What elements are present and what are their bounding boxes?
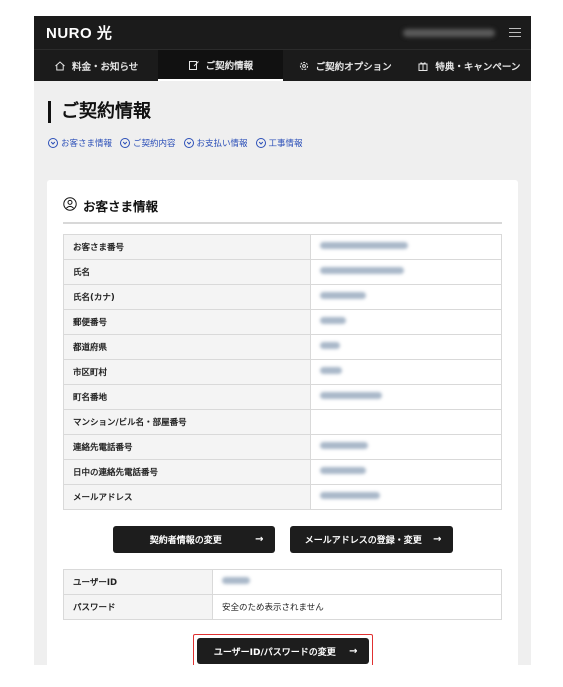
table-row: 氏名 — [63, 259, 502, 285]
user-name-redacted — [403, 28, 495, 37]
button-label: 契約者情報の変更 — [149, 536, 222, 546]
row-value-empty — [310, 409, 502, 435]
row-label: お客さま番号 — [63, 234, 311, 260]
anchor-label: 工事情報 — [268, 139, 303, 149]
top-bar: NURO 光 — [34, 16, 531, 49]
user-circle-icon — [63, 197, 77, 214]
table-row: マンション/ビル名・部屋番号 — [63, 409, 502, 435]
nuro-logo[interactable]: NURO 光 — [46, 22, 112, 43]
hamburger-menu-icon[interactable] — [509, 27, 521, 38]
main-nav: 料金・お知らせ ご契約情報 ご契約オプション 特典・キャンペーン — [34, 49, 531, 81]
button-label: メールアドレスの登録・変更 — [304, 536, 422, 546]
table-row: 郵便番号 — [63, 309, 502, 335]
nav-label: 料金・お知らせ — [71, 61, 139, 73]
row-label: メールアドレス — [63, 484, 311, 510]
table-row: 市区町村 — [63, 359, 502, 385]
gear-icon — [298, 60, 310, 72]
anchor-label: お支払い情報 — [196, 139, 248, 149]
anchor-label: お客さま情報 — [61, 139, 113, 149]
button-label: ユーザーID/パスワードの変更 — [213, 647, 336, 658]
row-label: 氏名(カナ) — [63, 284, 311, 310]
page-content: ご契約情報 お客さま情報 ご契約内容 お支払い情報 工事情報 — [34, 101, 531, 149]
table-row: メールアドレス — [63, 484, 502, 510]
section-heading: お客さま情報 — [63, 196, 502, 224]
nav-label: ご契約オプション — [315, 61, 392, 73]
table-row: お客さま番号 — [63, 234, 502, 260]
customer-info-table: お客さま番号 氏名 氏名(カナ) 郵便番号 都道府県 市区町村 町名番地 マンシ… — [63, 234, 502, 510]
change-contractor-button[interactable]: 契約者情報の変更 → — [112, 526, 275, 553]
nav-label: 特典・キャンペーン — [435, 61, 521, 73]
row-value-redacted — [310, 309, 502, 335]
customer-info-card: お客さま情報 お客さま番号 氏名 氏名(カナ) 郵便番号 都道府県 市区町村 町… — [47, 180, 518, 665]
row-label: ユーザーID — [63, 569, 213, 595]
anchor-payment-info[interactable]: お支払い情報 — [183, 137, 248, 149]
arrow-right-icon: → — [433, 534, 442, 545]
row-value-redacted — [310, 384, 502, 410]
nav-item-billing[interactable]: 料金・お知らせ — [34, 50, 158, 81]
row-value-redacted — [310, 334, 502, 360]
anchor-construction-info[interactable]: 工事情報 — [255, 137, 303, 149]
row-value-redacted — [310, 234, 502, 260]
row-value-redacted — [310, 459, 502, 485]
change-credentials-button[interactable]: ユーザーID/パスワードの変更 → — [196, 638, 369, 664]
customer-actions: 契約者情報の変更 → メールアドレスの登録・変更 → — [47, 526, 518, 553]
row-label: 氏名 — [63, 259, 311, 285]
user-id-value-redacted — [212, 569, 502, 595]
arrow-right-icon: → — [255, 534, 264, 545]
highlight-frame: ユーザーID/パスワードの変更 → — [192, 634, 373, 665]
nav-item-contract[interactable]: ご契約情報 — [158, 50, 283, 81]
row-value-redacted — [310, 359, 502, 385]
anchor-contract-details[interactable]: ご契約内容 — [120, 137, 176, 149]
row-value-redacted — [310, 484, 502, 510]
chevron-down-icon — [120, 138, 131, 148]
edit-icon — [188, 59, 200, 71]
row-label: パスワード — [63, 594, 213, 620]
section-title: お客さま情報 — [83, 199, 159, 214]
table-row: ユーザーID — [63, 569, 502, 595]
nav-label: ご契約情報 — [205, 60, 254, 72]
row-label: マンション/ビル名・部屋番号 — [63, 409, 311, 435]
email-register-button[interactable]: メールアドレスの登録・変更 → — [289, 526, 453, 553]
anchor-links: お客さま情報 ご契約内容 お支払い情報 工事情報 — [48, 137, 517, 149]
topbar-right — [403, 27, 521, 38]
row-label: 都道府県 — [63, 334, 311, 360]
row-label: 郵便番号 — [63, 309, 311, 335]
app-frame: NURO 光 料金・お知らせ ご契約情報 ご契約オプション 特典・キャンペーン … — [34, 16, 531, 665]
row-label: 町名番地 — [63, 384, 311, 410]
row-label: 日中の連絡先電話番号 — [63, 459, 311, 485]
table-row: 都道府県 — [63, 334, 502, 360]
table-row: 日中の連絡先電話番号 — [63, 459, 502, 485]
table-row: 連絡先電話番号 — [63, 434, 502, 460]
credentials-table: ユーザーID パスワード 安全のため表示されません — [63, 569, 502, 620]
row-value-redacted — [310, 259, 502, 285]
row-value-redacted — [310, 284, 502, 310]
table-row: 氏名(カナ) — [63, 284, 502, 310]
row-label: 連絡先電話番号 — [63, 434, 311, 460]
row-label: 市区町村 — [63, 359, 311, 385]
nav-item-options[interactable]: ご契約オプション — [283, 50, 407, 81]
chevron-down-icon — [48, 138, 58, 148]
home-icon — [54, 60, 66, 72]
arrow-right-icon: → — [349, 645, 358, 657]
password-value: 安全のため表示されません — [212, 594, 502, 620]
chevron-down-icon — [255, 138, 266, 148]
page-title: ご契約情報 — [48, 101, 517, 123]
chevron-down-icon — [183, 138, 194, 148]
anchor-label: ご契約内容 — [133, 139, 176, 149]
nav-item-campaign[interactable]: 特典・キャンペーン — [407, 50, 531, 81]
gift-icon — [417, 60, 429, 72]
table-row: パスワード 安全のため表示されません — [63, 594, 502, 620]
row-value-redacted — [310, 434, 502, 460]
anchor-customer-info[interactable]: お客さま情報 — [48, 137, 112, 149]
table-row: 町名番地 — [63, 384, 502, 410]
